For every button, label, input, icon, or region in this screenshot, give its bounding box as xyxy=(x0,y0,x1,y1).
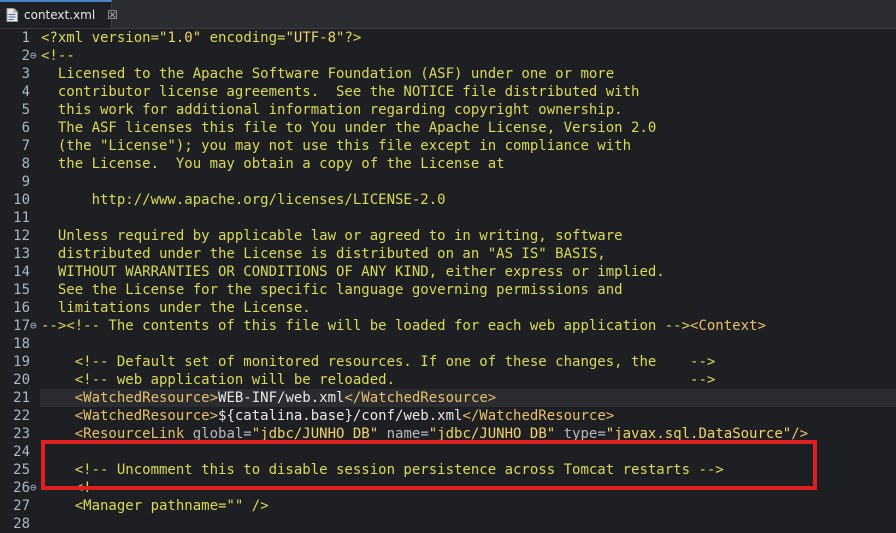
code-line[interactable]: 26 ⊖ <!-- xyxy=(0,479,896,497)
close-tab-icon[interactable]: ☒ xyxy=(107,9,118,21)
code-text: <!-- xyxy=(41,48,75,64)
line-number: 10 xyxy=(13,192,30,208)
fold-toggle-icon[interactable]: ⊖ xyxy=(30,317,40,335)
line-number: 14 xyxy=(13,264,30,280)
code-line[interactable]: 10 http://www.apache.org/licenses/LICENS… xyxy=(0,191,896,209)
xml-file-icon xyxy=(6,8,18,22)
code-line[interactable]: 6 The ASF licenses this file to You unde… xyxy=(0,119,896,137)
line-number: 15 xyxy=(13,282,30,298)
code-text: The ASF licenses this file to You under … xyxy=(41,120,657,136)
line-number: 7 xyxy=(21,138,30,154)
code-text: --><!-- The contents of this file will b… xyxy=(41,318,766,334)
line-number: 12 xyxy=(13,228,30,244)
code-text: <Manager pathname="" /> xyxy=(41,498,269,514)
code-line[interactable]: 21 <WatchedResource>WEB-INF/web.xml</Wat… xyxy=(0,389,896,407)
code-line[interactable]: 24 xyxy=(0,443,896,461)
code-text: contributor license agreements. See the … xyxy=(41,84,640,100)
code-text: http://www.apache.org/licenses/LICENSE-2… xyxy=(41,192,446,208)
line-number: 21 xyxy=(13,390,30,406)
code-line[interactable]: 27 <Manager pathname="" /> xyxy=(0,497,896,515)
line-number: 2 xyxy=(21,48,30,64)
code-line[interactable]: 25 <!-- Uncomment this to disable sessio… xyxy=(0,461,896,479)
code-line[interactable]: 12 Unless required by applicable law or … xyxy=(0,227,896,245)
code-line[interactable]: 19 <!-- Default set of monitored resourc… xyxy=(0,353,896,371)
line-number: 24 xyxy=(13,444,30,460)
line-number: 3 xyxy=(21,66,30,82)
code-text: <!-- Default set of monitored resources.… xyxy=(41,354,716,370)
code-editor[interactable]: 1 <?xml version="1.0" encoding="UTF-8"?> 2… xyxy=(0,29,896,532)
code-text: <!-- web application will be reloaded. -… xyxy=(41,372,716,388)
line-number: 9 xyxy=(21,174,30,190)
line-number: 6 xyxy=(21,120,30,136)
code-text: limitations under the License. xyxy=(41,300,311,316)
code-text: Unless required by applicable law or agr… xyxy=(41,228,623,244)
code-line[interactable]: 28 xyxy=(0,515,896,533)
line-number: 23 xyxy=(13,426,30,442)
code-line[interactable]: 3 Licensed to the Apache Software Founda… xyxy=(0,65,896,83)
code-text: <WatchedResource>${catalina.base}/conf/w… xyxy=(74,408,615,424)
line-number: 17 xyxy=(13,318,30,334)
line-number: 28 xyxy=(13,516,30,532)
code-line[interactable]: 14 WITHOUT WARRANTIES OR CONDITIONS OF A… xyxy=(0,263,896,281)
code-text: WITHOUT WARRANTIES OR CONDITIONS OF ANY … xyxy=(41,264,665,280)
tab-context-xml[interactable]: context.xml ☒ xyxy=(0,0,118,28)
line-number: 27 xyxy=(13,498,30,514)
code-line[interactable]: 7 (the "License"); you may not use this … xyxy=(0,137,896,155)
code-text: <WatchedResource>WEB-INF/web.xml</Watche… xyxy=(74,390,497,406)
code-line[interactable]: 1 <?xml version="1.0" encoding="UTF-8"?> xyxy=(0,29,896,47)
code-text: distributed under the License is distrib… xyxy=(41,246,606,262)
code-line[interactable]: 13 distributed under the License is dist… xyxy=(0,245,896,263)
code-text: Licensed to the Apache Software Foundati… xyxy=(41,66,615,82)
line-number: 5 xyxy=(21,102,30,118)
line-number: 4 xyxy=(21,84,30,100)
editor-tab-bar: context.xml ☒ xyxy=(0,0,896,29)
code-line[interactable]: 2 ⊖ <!-- xyxy=(0,47,896,65)
code-text: <!-- Uncomment this to disable session p… xyxy=(41,462,724,478)
code-line[interactable]: 15 See the License for the specific lang… xyxy=(0,281,896,299)
code-text: (the "License"); you may not use this fi… xyxy=(41,138,632,154)
code-text: <?xml version="1.0" encoding="UTF-8"?> xyxy=(41,30,362,46)
line-number: 22 xyxy=(13,408,30,424)
line-number: 18 xyxy=(13,336,30,352)
code-text: See the License for the specific languag… xyxy=(41,282,623,298)
line-number: 13 xyxy=(13,246,30,262)
code-line[interactable]: 18 xyxy=(0,335,896,353)
code-line[interactable]: 23 <ResourceLink global="jdbc/JUNHO_DB" … xyxy=(0,425,896,443)
line-number: 8 xyxy=(21,156,30,172)
code-line[interactable]: 4 contributor license agreements. See th… xyxy=(0,83,896,101)
fold-toggle-icon[interactable]: ⊖ xyxy=(30,47,40,65)
code-text: <!-- xyxy=(41,480,109,496)
code-line[interactable]: 17 ⊖ --><!-- The contents of this file wil… xyxy=(0,317,896,335)
line-number: 19 xyxy=(13,354,30,370)
line-number: 26 xyxy=(13,480,30,496)
code-text: this work for additional information reg… xyxy=(41,102,623,118)
code-text: <ResourceLink global="jdbc/JUNHO_DB" nam… xyxy=(74,426,809,442)
code-line[interactable]: 16 limitations under the License. xyxy=(0,299,896,317)
code-line[interactable]: 11 xyxy=(0,209,896,227)
line-number: 20 xyxy=(13,372,30,388)
tab-label: context.xml xyxy=(24,8,96,22)
code-line[interactable]: 5 this work for additional information r… xyxy=(0,101,896,119)
line-number: 1 xyxy=(21,30,30,46)
code-line[interactable]: 9 xyxy=(0,173,896,191)
code-line[interactable]: 22 <WatchedResource>${catalina.base}/con… xyxy=(0,407,896,425)
line-number: 11 xyxy=(13,210,30,226)
code-line[interactable]: 20 <!-- web application will be reloaded… xyxy=(0,371,896,389)
line-number: 25 xyxy=(13,462,30,478)
code-text: the License. You may obtain a copy of th… xyxy=(41,156,505,172)
code-line[interactable]: 8 the License. You may obtain a copy of … xyxy=(0,155,896,173)
fold-toggle-icon[interactable]: ⊖ xyxy=(30,479,40,497)
line-number: 16 xyxy=(13,300,30,316)
